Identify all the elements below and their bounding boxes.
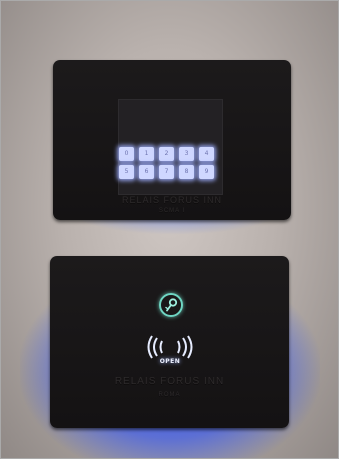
keypad-key[interactable]: 1 [139,147,154,161]
keypad-key[interactable]: 4 [199,147,214,161]
reader-engraved-sub: ROMA [158,392,181,398]
open-label: OPEN [159,358,181,365]
key-icon [159,293,183,317]
keypad-key[interactable]: 8 [179,165,194,179]
keypad: 0 1 2 3 4 5 6 7 8 9 [119,147,217,183]
reader-engraved-brand: RELAIS FORUS INN [114,376,225,387]
wall-scene: 0 1 2 3 4 5 6 7 8 9 RELAIS FORUS INN SCM… [0,0,339,459]
keypad-key[interactable]: 3 [179,147,194,161]
keypad-key[interactable]: 9 [199,165,214,179]
keypad-key[interactable]: 7 [159,165,174,179]
keypad-key[interactable]: 2 [159,147,174,161]
keypad-engraved-brand: RELAIS FORUS INN [121,195,222,205]
key-icon-glyph [165,298,178,312]
keypad-engraved-sub: SCMA I [158,208,186,214]
nfc-waves-glyph [147,335,193,359]
keypad-key[interactable]: 6 [139,165,154,179]
keypad-key[interactable]: 5 [119,165,134,179]
nfc-waves-icon[interactable] [143,334,197,360]
keypad-key[interactable]: 0 [119,147,134,161]
